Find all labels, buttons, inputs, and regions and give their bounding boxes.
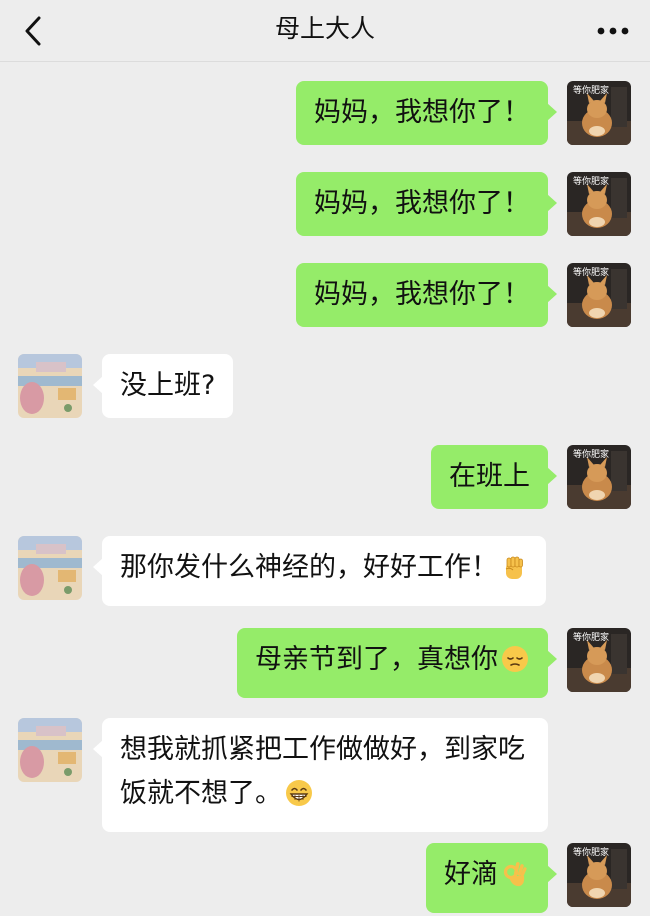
dog-avatar-image: 等你肥家 — [567, 81, 631, 145]
ok-hand-emoji-icon — [500, 859, 530, 903]
avatar-caption: 等你肥家 — [573, 175, 609, 187]
message-text: 想我就抓紧把工作做做好，到家吃饭就不想了。 — [120, 734, 525, 809]
avatar-caption: 等你肥家 — [573, 448, 609, 460]
message-text: 妈妈，我想你了！ — [314, 279, 530, 310]
message-text: 没上班? — [120, 370, 216, 401]
message-text: 在班上 — [449, 461, 530, 492]
avatar-caption: 等你肥家 — [573, 266, 609, 278]
message-text: 母亲节到了，真想你 — [255, 644, 498, 675]
contact-message-bubble[interactable]: 想我就抓紧把工作做做好，到家吃饭就不想了。 — [93, 718, 548, 832]
my-message-bubble[interactable]: 好滴 — [426, 843, 557, 913]
beach-painting-avatar-image — [18, 354, 82, 418]
dog-avatar-image: 等你肥家 — [567, 628, 631, 692]
avatar-caption: 等你肥家 — [573, 631, 609, 643]
my-message-bubble[interactable]: 在班上 — [431, 445, 557, 509]
contact-avatar[interactable] — [18, 354, 82, 418]
chat-header: 母上大人 — [0, 0, 650, 62]
beach-painting-avatar-image — [18, 718, 82, 782]
my-message-bubble[interactable]: 妈妈，我想你了！ — [296, 172, 557, 236]
contact-avatar[interactable] — [18, 718, 82, 782]
dog-avatar-image: 等你肥家 — [567, 263, 631, 327]
my-avatar[interactable]: 等你肥家 — [567, 263, 631, 327]
dog-avatar-image: 等你肥家 — [567, 172, 631, 236]
message-text: 妈妈，我想你了！ — [314, 97, 530, 128]
pensive-face-emoji-icon — [500, 644, 530, 688]
my-message-bubble[interactable]: 母亲节到了，真想你 — [237, 628, 557, 698]
contact-message-bubble[interactable]: 那你发什么神经的，好好工作！ — [93, 536, 546, 606]
chat-title: 母上大人 — [274, 14, 375, 43]
my-avatar[interactable]: 等你肥家 — [567, 843, 631, 907]
my-avatar[interactable]: 等你肥家 — [567, 81, 631, 145]
avatar-caption: 等你肥家 — [573, 846, 609, 858]
grinning-face-emoji-icon — [284, 778, 314, 822]
contact-message-bubble[interactable]: 没上班? — [92, 354, 234, 418]
more-options-button[interactable] — [588, 6, 638, 56]
dog-avatar-image: 等你肥家 — [567, 445, 631, 509]
my-avatar[interactable]: 等你肥家 — [567, 445, 631, 509]
my-avatar[interactable]: 等你肥家 — [567, 172, 631, 236]
my-message-bubble[interactable]: 妈妈，我想你了！ — [296, 263, 557, 327]
beach-painting-avatar-image — [18, 536, 82, 600]
my-message-bubble[interactable]: 妈妈，我想你了！ — [296, 81, 557, 145]
message-text: 那你发什么神经的，好好工作！ — [120, 552, 498, 583]
contact-avatar[interactable] — [18, 536, 82, 600]
more-dots-icon — [597, 27, 629, 35]
message-text: 好滴 — [444, 859, 498, 890]
raised-fist-emoji-icon — [500, 552, 528, 596]
message-text: 妈妈，我想你了！ — [314, 188, 530, 219]
avatar-caption: 等你肥家 — [573, 84, 609, 96]
dog-avatar-image: 等你肥家 — [567, 843, 631, 907]
my-avatar[interactable]: 等你肥家 — [567, 628, 631, 692]
